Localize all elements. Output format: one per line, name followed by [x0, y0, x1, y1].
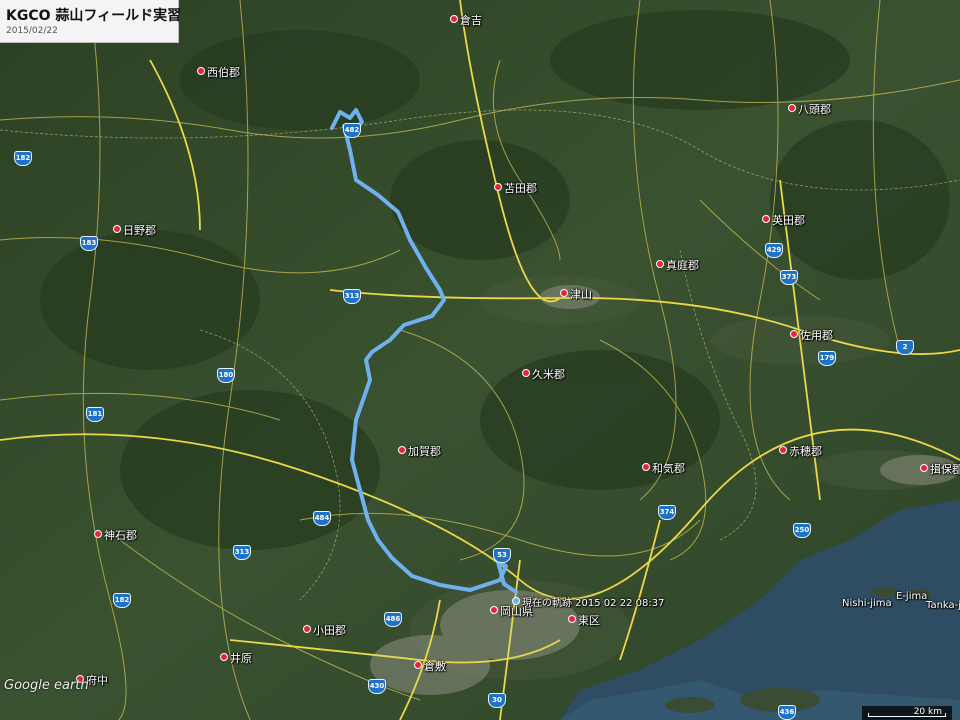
route-shield: 486 — [384, 612, 402, 627]
google-earth-logo: Google earth — [4, 678, 89, 693]
place-pin-icon — [560, 289, 568, 297]
place-label[interactable]: 八頭郡 — [788, 101, 831, 117]
place-pin-icon — [303, 625, 311, 633]
route-shield: 53 — [493, 548, 511, 563]
island-label[interactable]: E-jima — [896, 591, 927, 602]
island-label[interactable]: Nishi-jima — [842, 598, 892, 609]
track-end-icon — [512, 597, 520, 605]
route-shield: 374 — [658, 505, 676, 520]
place-pin-icon — [762, 215, 770, 223]
route-shield: 313 — [343, 289, 361, 304]
route-shield: 179 — [818, 351, 836, 366]
page-title: KGCO 蒜山フィールド実習 — [6, 8, 182, 24]
place-pin-icon — [568, 615, 576, 623]
place-label[interactable]: 赤穂郡 — [779, 443, 822, 459]
place-label[interactable]: 井原 — [220, 650, 252, 666]
route-shield: 181 — [86, 407, 104, 422]
route-shield: 436 — [778, 705, 796, 720]
place-pin-icon — [197, 67, 205, 75]
place-pin-icon — [490, 606, 498, 614]
route-shield: 482 — [343, 123, 361, 138]
title-panel: KGCO 蒜山フィールド実習 2015/02/22 — [0, 0, 182, 43]
route-shield: 30 — [488, 693, 506, 708]
place-pin-icon — [920, 464, 928, 472]
route-shield: 182 — [113, 593, 131, 608]
place-label[interactable]: 倉吉 — [450, 12, 482, 28]
place-label[interactable]: 日野郡 — [113, 222, 156, 238]
place-pin-icon — [522, 369, 530, 377]
scale-line — [868, 713, 946, 717]
place-label[interactable]: 小田郡 — [303, 622, 346, 638]
place-label[interactable]: 揖保郡 — [920, 461, 960, 477]
place-label[interactable]: 神石郡 — [94, 527, 137, 543]
place-pin-icon — [94, 530, 102, 538]
place-label[interactable]: 苫田郡 — [494, 180, 537, 196]
island-label[interactable]: Tanka-jima — [926, 600, 960, 611]
place-pin-icon — [414, 661, 422, 669]
place-pin-icon — [494, 183, 502, 191]
route-shield: 484 — [313, 511, 331, 526]
place-pin-icon — [450, 15, 458, 23]
route-shield: 2 — [896, 340, 914, 355]
place-pin-icon — [642, 463, 650, 471]
place-label[interactable]: 東区 — [568, 612, 600, 628]
track-label[interactable]: 現在の軌跡 2015 02 22 08:37 — [512, 594, 664, 609]
route-shield: 313 — [233, 545, 251, 560]
place-label[interactable]: 加賀郡 — [398, 443, 441, 459]
route-shield: 429 — [765, 243, 783, 258]
scale-bar: 20 km — [862, 706, 952, 720]
place-pin-icon — [398, 446, 406, 454]
route-shield: 373 — [780, 270, 798, 285]
route-shield: 182 — [14, 151, 32, 166]
place-label[interactable]: 西伯郡 — [197, 64, 240, 80]
place-label[interactable]: 佐用郡 — [790, 327, 833, 343]
place-pin-icon — [790, 330, 798, 338]
title-date: 2015/02/22 — [6, 26, 58, 36]
place-pin-icon — [656, 260, 664, 268]
place-label[interactable]: 和気郡 — [642, 460, 685, 476]
place-label[interactable]: 久米郡 — [522, 366, 565, 382]
map-view[interactable]: KGCO 蒜山フィールド実習 2015/02/22 倉吉 西伯郡 八頭郡 日野郡… — [0, 0, 960, 720]
route-shield: 183 — [80, 236, 98, 251]
route-shield: 430 — [368, 679, 386, 694]
place-pin-icon — [779, 446, 787, 454]
place-label[interactable]: 英田郡 — [762, 212, 805, 228]
place-pin-icon — [113, 225, 121, 233]
place-label[interactable]: 津山 — [560, 286, 592, 302]
place-pin-icon — [788, 104, 796, 112]
route-shield: 180 — [217, 368, 235, 383]
place-label[interactable]: 倉敷 — [414, 658, 446, 674]
route-shield: 250 — [793, 523, 811, 538]
place-pin-icon — [220, 653, 228, 661]
place-label[interactable]: 真庭郡 — [656, 257, 699, 273]
